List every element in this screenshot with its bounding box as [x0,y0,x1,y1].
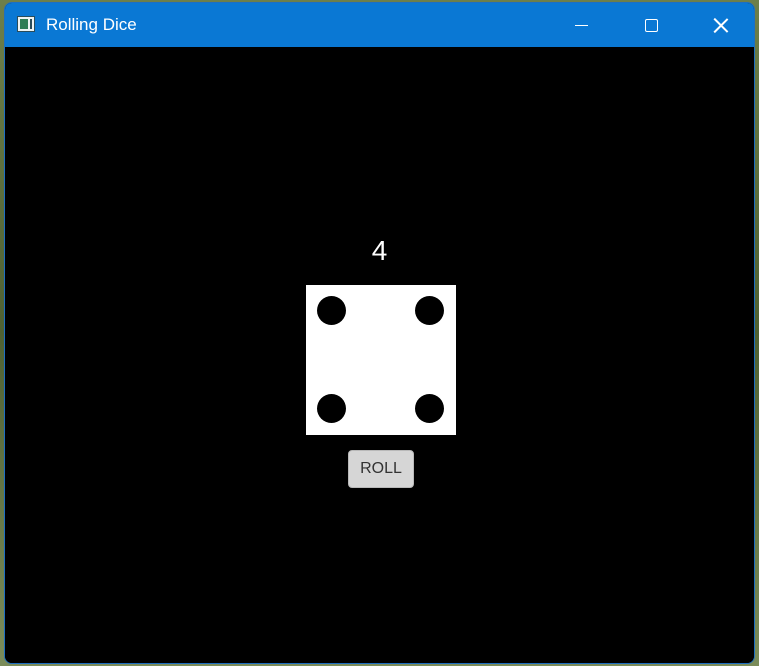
title-bar[interactable]: Rolling Dice [5,3,754,47]
die-pip-bottom-left [317,394,346,423]
main-content: 4 ROLL [5,47,754,663]
app-window: Rolling Dice 4 ROLL [4,2,755,664]
minimize-icon [574,24,588,26]
minimize-button[interactable] [546,3,616,47]
die-pip-top-right [415,296,444,325]
die-pip-bottom-right [415,394,444,423]
die-pip-top-left [317,296,346,325]
close-icon [713,17,729,33]
maximize-button[interactable] [616,3,686,47]
die-face [306,285,456,435]
close-button[interactable] [686,3,754,47]
window-title: Rolling Dice [46,15,137,34]
dice-value-label: 4 [371,235,388,266]
roll-button[interactable]: ROLL [348,450,414,488]
app-window-icon [17,16,35,32]
maximize-icon [644,18,658,32]
